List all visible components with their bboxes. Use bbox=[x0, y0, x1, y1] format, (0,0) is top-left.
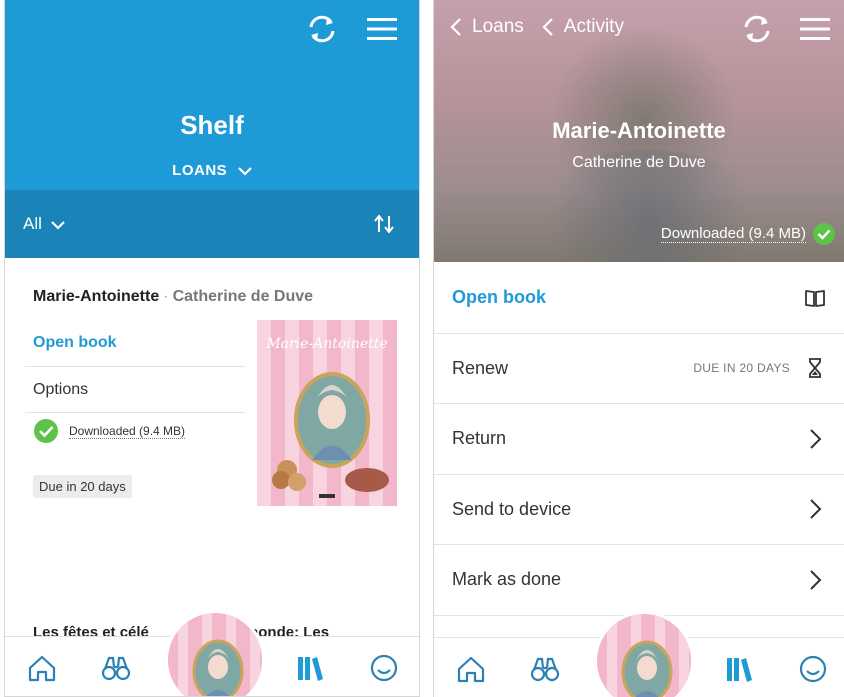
page-title: Shelf bbox=[180, 110, 244, 140]
home-icon[interactable] bbox=[27, 653, 57, 683]
book-title: Marie-Antoinette bbox=[33, 288, 160, 305]
download-status[interactable]: Downloaded (9.4 MB) bbox=[660, 222, 836, 246]
binoculars-icon[interactable] bbox=[101, 653, 131, 683]
svg-text:Marie-Antoinette: Marie-Antoinette bbox=[265, 336, 387, 352]
mark-as-done-label: Mark as done bbox=[452, 569, 562, 590]
chevron-right-icon bbox=[810, 499, 822, 519]
downloaded-label: Downloaded (9.4 MB) bbox=[660, 225, 806, 243]
smiley-icon[interactable] bbox=[798, 654, 828, 684]
check-circle-icon bbox=[34, 419, 58, 443]
send-to-device-row[interactable]: Send to device bbox=[434, 475, 844, 545]
breadcrumb: Loans Activity bbox=[450, 16, 624, 38]
sync-icon[interactable] bbox=[740, 14, 774, 44]
menu-icon[interactable] bbox=[367, 16, 397, 42]
divider bbox=[25, 366, 245, 367]
renew-row[interactable]: Renew DUE IN 20 DAYS bbox=[434, 334, 844, 404]
check-circle-icon bbox=[813, 223, 835, 245]
shelf-icon[interactable] bbox=[295, 653, 325, 683]
options-link[interactable]: Options bbox=[33, 381, 88, 399]
back-to-loans[interactable]: Loans bbox=[472, 16, 524, 38]
mark-as-done-row[interactable]: Mark as done bbox=[434, 545, 844, 616]
book-cover-image[interactable]: Marie-Antoinette bbox=[257, 320, 397, 506]
send-to-device-label: Send to device bbox=[452, 498, 572, 519]
title-separator: · bbox=[163, 288, 169, 305]
chevron-left-icon bbox=[542, 18, 553, 36]
open-book-link[interactable]: Open book bbox=[33, 334, 117, 352]
menu-icon[interactable] bbox=[800, 16, 830, 42]
book-title: Marie-Antoinette bbox=[552, 118, 726, 143]
book-author: Catherine de Duve bbox=[172, 288, 314, 305]
sort-icon[interactable] bbox=[373, 214, 395, 234]
chevron-right-icon bbox=[810, 429, 822, 449]
divider bbox=[25, 412, 245, 413]
filter-dropdown[interactable]: All bbox=[23, 214, 65, 234]
filter-bar: All bbox=[5, 190, 419, 258]
open-book-row[interactable]: Open book bbox=[434, 263, 844, 334]
chevron-left-icon bbox=[450, 18, 461, 36]
smiley-icon[interactable] bbox=[369, 653, 399, 683]
filter-label: All bbox=[23, 214, 42, 233]
due-meta: DUE IN 20 DAYS bbox=[693, 361, 790, 376]
chevron-down-icon bbox=[238, 167, 252, 176]
back-to-activity[interactable]: Activity bbox=[564, 16, 624, 38]
book-heading[interactable]: Marie-Antoinette · Catherine de Duve bbox=[33, 288, 313, 306]
return-label: Return bbox=[452, 428, 507, 449]
binoculars-icon[interactable] bbox=[530, 654, 560, 684]
shelf-screen: Shelf LOANS All Marie-Antoinette · Catheri… bbox=[4, 0, 420, 697]
shelf-icon[interactable] bbox=[724, 654, 754, 684]
loans-label: LOANS bbox=[172, 162, 228, 179]
chevron-down-icon bbox=[50, 220, 65, 230]
chevron-right-icon bbox=[810, 570, 822, 590]
loans-dropdown[interactable]: LOANS bbox=[5, 162, 419, 179]
avatar[interactable] bbox=[594, 611, 694, 697]
detail-header: Loans Activity Marie-Antoinette Catherin… bbox=[434, 0, 844, 262]
home-icon[interactable] bbox=[456, 654, 486, 684]
hourglass-icon bbox=[809, 358, 821, 379]
due-badge: Due in 20 days bbox=[33, 475, 132, 498]
loan-detail-screen: Loans Activity Marie-Antoinette Catherin… bbox=[433, 0, 844, 697]
return-row[interactable]: Return bbox=[434, 404, 844, 475]
downloaded-label: Downloaded (9.4 MB) bbox=[69, 423, 186, 439]
renew-label: Renew bbox=[452, 357, 509, 378]
open-book-label: Open book bbox=[452, 287, 546, 308]
loan-actions: Open book Renew DUE IN 20 DAYS Return Se… bbox=[434, 263, 844, 616]
shelf-header: Shelf LOANS bbox=[5, 0, 419, 190]
sync-icon[interactable] bbox=[305, 14, 339, 44]
book-open-icon bbox=[805, 289, 825, 307]
download-status[interactable]: Downloaded (9.4 MB) bbox=[33, 418, 186, 444]
book-author: Catherine de Duve bbox=[572, 154, 706, 171]
